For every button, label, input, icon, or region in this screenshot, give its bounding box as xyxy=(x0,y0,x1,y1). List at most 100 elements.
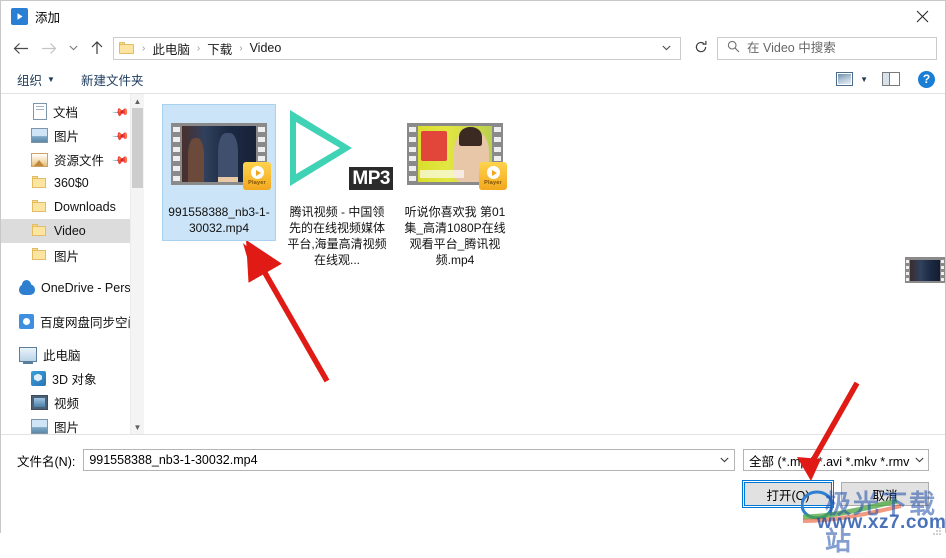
filename-label: 文件名(N): xyxy=(17,454,76,469)
preview-pane-thumbnail xyxy=(905,257,945,283)
sidebar-item-label: 图片 xyxy=(54,249,80,264)
breadcrumb-item-this-pc[interactable]: 此电脑 xyxy=(150,39,192,58)
help-icon[interactable]: ? xyxy=(918,70,935,88)
navigation-bar: › 此电脑 › 下载 › Video xyxy=(1,31,945,65)
player-badge-label: Player xyxy=(248,180,266,186)
sidebar-item-videos[interactable]: 视频 xyxy=(1,390,144,414)
sidebar-item-label: 图片 xyxy=(54,129,80,144)
player-badge: Player xyxy=(243,162,271,190)
pin-icon: 📌 xyxy=(111,151,130,170)
sidebar-item-pictures[interactable]: 图片 xyxy=(1,414,144,434)
search-input[interactable] xyxy=(747,41,907,55)
view-chevron-down-icon[interactable]: ▼ xyxy=(860,75,868,84)
sidebar-item-label: 图片 xyxy=(54,420,80,435)
sidebar-item-pictures-folder[interactable]: 图片 xyxy=(1,243,144,267)
sidebar-scrollbar[interactable]: ▲ ▼ xyxy=(130,94,144,434)
search-icon xyxy=(727,40,740,56)
sidebar-item-onedrive[interactable]: OneDrive - Pers xyxy=(1,276,144,300)
sidebar-item-label: 文档 xyxy=(53,105,79,120)
film-strip-video-thumbnail: Player xyxy=(407,123,507,190)
sidebar-item-label: Video xyxy=(54,224,86,238)
film-strip-video-thumbnail: Player xyxy=(171,123,271,190)
title-bar: 添加 xyxy=(1,1,945,31)
new-folder-label: 新建文件夹 xyxy=(80,73,144,88)
organize-button[interactable]: 组织 ▼ xyxy=(17,70,55,89)
sidebar-item-3d-objects[interactable]: 3D 对象 xyxy=(1,366,144,390)
file-type-filter-dropdown[interactable]: 全部 (*.mp4 *.avi *.mkv *.rmv xyxy=(743,449,929,471)
sidebar-item-resource-files[interactable]: 资源文件 📌 xyxy=(1,147,144,171)
sidebar-item-pictures-quick[interactable]: 图片 📌 xyxy=(1,123,144,147)
up-arrow-icon[interactable] xyxy=(83,34,111,62)
navigation-sidebar: 文档 📌 图片 📌 资源文件 📌 360$0 Downloads Video 图… xyxy=(1,94,144,434)
view-layout-icon[interactable] xyxy=(836,72,854,86)
breadcrumb-separator: › xyxy=(142,42,146,54)
address-bar[interactable]: › 此电脑 › 下载 › Video xyxy=(113,36,681,60)
sidebar-list: 文档 📌 图片 📌 资源文件 📌 360$0 Downloads Video 图… xyxy=(1,94,144,434)
play-triangle-outline xyxy=(290,110,352,186)
sidebar-item-this-pc[interactable]: 此电脑 xyxy=(1,342,144,366)
breadcrumb-item-downloads[interactable]: 下载 xyxy=(205,39,234,58)
preview-pane-icon[interactable] xyxy=(882,72,900,86)
video-frame xyxy=(910,259,940,281)
filename-chevron-down-icon[interactable] xyxy=(714,457,734,463)
sidebar-item-documents-quick[interactable]: 文档 📌 xyxy=(1,99,144,123)
folder-icon xyxy=(31,223,48,239)
sidebar-item-video[interactable]: Video xyxy=(1,219,144,243)
file-list-pane[interactable]: Player 991558388_nb3-1-30032.mp4 MP3 腾讯视… xyxy=(144,94,945,434)
mp3-play-triangle-icon: MP3 xyxy=(287,108,393,200)
new-folder-button[interactable]: 新建文件夹 xyxy=(81,70,144,89)
file-name-label: 991558388_nb3-1-30032.mp4 xyxy=(168,205,270,235)
videos-icon xyxy=(31,395,48,410)
file-type-filter-value: 全部 (*.mp4 *.avi *.mkv *.rmv xyxy=(749,454,910,469)
thumbnail-wrapper: Player xyxy=(405,108,507,200)
scrollbar-thumb[interactable] xyxy=(132,108,143,188)
document-icon xyxy=(33,102,47,120)
address-chevron-down-icon[interactable] xyxy=(653,43,680,53)
film-perforations-left xyxy=(171,123,182,185)
file-item[interactable]: Player 听说你喜欢我 第01集_高清1080P在线观看平台_腾讯视频.mp… xyxy=(398,104,512,273)
sidebar-item-label: 360$0 xyxy=(54,176,89,190)
filter-chevron-down-icon[interactable] xyxy=(910,457,928,463)
filename-input[interactable] xyxy=(84,453,714,467)
sidebar-item-downloads[interactable]: Downloads xyxy=(1,195,144,219)
help-glyph: ? xyxy=(922,72,931,86)
folder-icon xyxy=(31,175,48,191)
scroll-down-icon[interactable]: ▼ xyxy=(131,420,144,434)
file-name-label: 听说你喜欢我 第01集_高清1080P在线观看平台_腾讯视频.mp4 xyxy=(404,205,506,267)
picture-icon xyxy=(31,128,48,143)
onedrive-cloud-icon xyxy=(19,280,35,295)
file-name-label: 腾讯视频 - 中国领先的在线视频媒体平台,海量高清视频在线观... xyxy=(287,205,387,267)
breadcrumb-item-video[interactable]: Video xyxy=(248,41,284,55)
film-perforations-right xyxy=(940,257,945,283)
open-button[interactable]: 打开(O) xyxy=(742,480,834,508)
sidebar-item-baidu-netdisk[interactable]: 百度网盘同步空间 xyxy=(1,309,144,333)
3d-objects-icon xyxy=(31,370,46,386)
folder-icon xyxy=(31,199,48,215)
folder-icon xyxy=(31,247,48,263)
cancel-button[interactable]: 取消 xyxy=(841,482,929,506)
scroll-up-icon[interactable]: ▲ xyxy=(131,94,144,108)
file-open-dialog: 添加 › 此电脑 › 下载 › Video 在 Video 中搜索 组织 ▼ 新… xyxy=(0,0,946,556)
back-arrow-icon[interactable] xyxy=(7,34,35,62)
filename-field[interactable] xyxy=(83,449,735,471)
file-item[interactable]: MP3 腾讯视频 - 中国领先的在线视频媒体平台,海量高清视频在线观... xyxy=(280,104,394,273)
breadcrumb-separator: › xyxy=(196,42,201,54)
sidebar-item-label: 此电脑 xyxy=(43,348,81,363)
sidebar-item-label: 3D 对象 xyxy=(52,372,97,387)
sidebar-item-360[interactable]: 360$0 xyxy=(1,171,144,195)
close-icon[interactable] xyxy=(899,1,945,31)
refresh-icon[interactable] xyxy=(685,40,717,57)
sidebar-item-label: Downloads xyxy=(54,200,116,214)
forward-arrow-icon[interactable] xyxy=(35,34,63,62)
resize-grip[interactable] xyxy=(932,526,942,536)
mp3-format-label: MP3 xyxy=(349,167,393,190)
command-bar: 组织 ▼ 新建文件夹 ▼ ? xyxy=(1,65,945,94)
sidebar-item-label: 百度网盘同步空间 xyxy=(40,315,141,330)
play-icon xyxy=(11,7,28,25)
search-box[interactable] xyxy=(717,36,937,60)
organize-label: 组织 xyxy=(17,73,43,88)
file-item-selected[interactable]: Player 991558388_nb3-1-30032.mp4 xyxy=(162,104,276,241)
film-strip-video-thumbnail xyxy=(905,257,945,283)
recent-locations-chevron-down-icon[interactable] xyxy=(63,34,83,62)
